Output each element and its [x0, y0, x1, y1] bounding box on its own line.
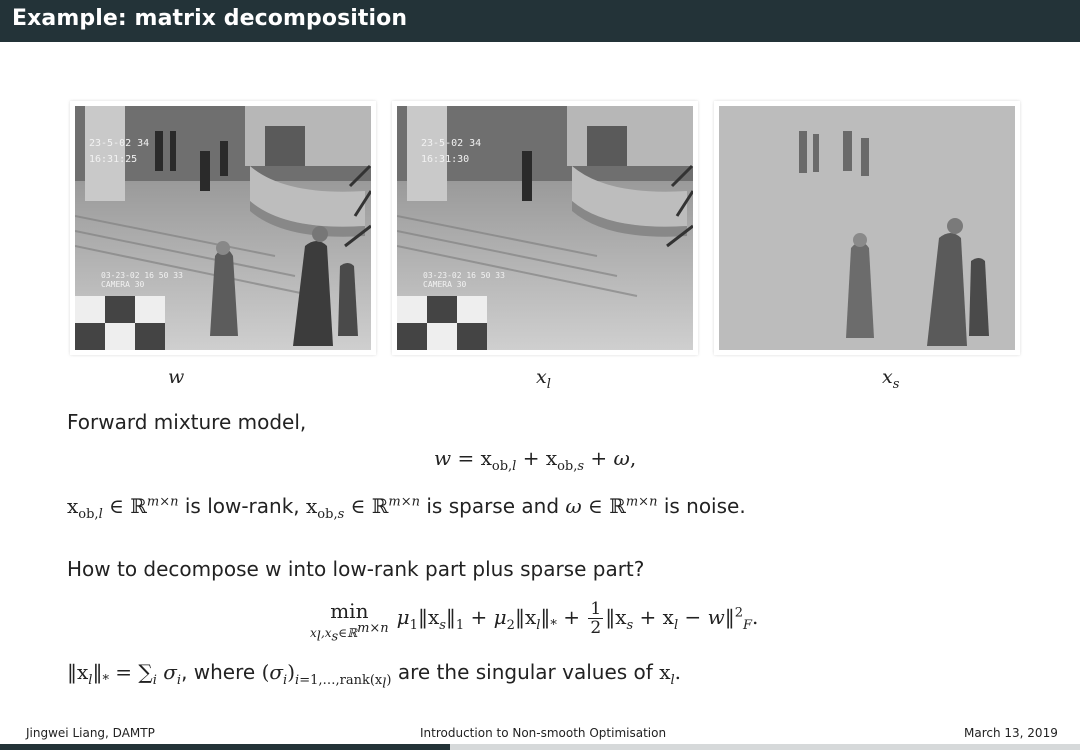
footer-course: Introduction to Non-smooth Optimisation — [420, 726, 667, 740]
slide-progress-fill — [0, 744, 451, 750]
footer-author: Jingwei Liang, DAMTP — [26, 726, 155, 740]
image-w: 23-5-02 34 16:31:25 03-23-02 16 50 33 CA… — [75, 106, 371, 350]
title-bar: Example: matrix decomposition — [0, 0, 1080, 42]
image-xs-frame — [714, 101, 1020, 355]
slide-progress-bar — [0, 744, 1080, 750]
overlay-date: 03-23-02 16 50 33 — [101, 271, 183, 280]
overlay-time: 16:31:30 — [421, 154, 469, 165]
text-forward-model: Forward mixture model, — [67, 410, 307, 434]
image-xs — [719, 106, 1015, 350]
image-xl-frame: 23-5-02 34 16:31:30 03-23-02 16 50 33 CA… — [392, 101, 698, 355]
overlay-date: 03-23-02 16 50 33 — [423, 271, 505, 280]
text-nuclear-norm: ‖xl‖* = ∑i σi, where (σi)i=1,…,rank(xl) … — [67, 660, 681, 692]
overlay-camera: CAMERA 30 — [101, 280, 145, 289]
overlay-camera: CAMERA 30 — [423, 280, 467, 289]
caption-xl: xl — [536, 366, 551, 392]
image-w-frame: 23-5-02 34 16:31:25 03-23-02 16 50 33 CA… — [70, 101, 376, 355]
caption-xs: xs — [882, 366, 900, 392]
equation-mixture: w = xob,l + xob,s + ω, — [434, 446, 637, 474]
text-question: How to decompose w into low-rank part pl… — [67, 557, 645, 581]
overlay-timestamp: 23-5-02 34 — [89, 138, 149, 149]
overlay-time: 16:31:25 — [89, 154, 137, 165]
footer-date: March 13, 2019 — [964, 726, 1058, 740]
caption-w: w — [168, 366, 185, 388]
text-model-description: xob,l ∈ ℝm×n is low-rank, xob,s ∈ ℝm×n i… — [67, 494, 746, 522]
overlay-timestamp: 23-5-02 34 — [421, 138, 481, 149]
image-xl: 23-5-02 34 16:31:30 03-23-02 16 50 33 CA… — [397, 106, 693, 350]
equation-objective: min xl,xs∈ℝm×n μ1‖xs‖1 + μ2‖xl‖* + 1 2 ‖xs +… — [310, 599, 759, 645]
slide-title: Example: matrix decomposition — [12, 6, 408, 31]
